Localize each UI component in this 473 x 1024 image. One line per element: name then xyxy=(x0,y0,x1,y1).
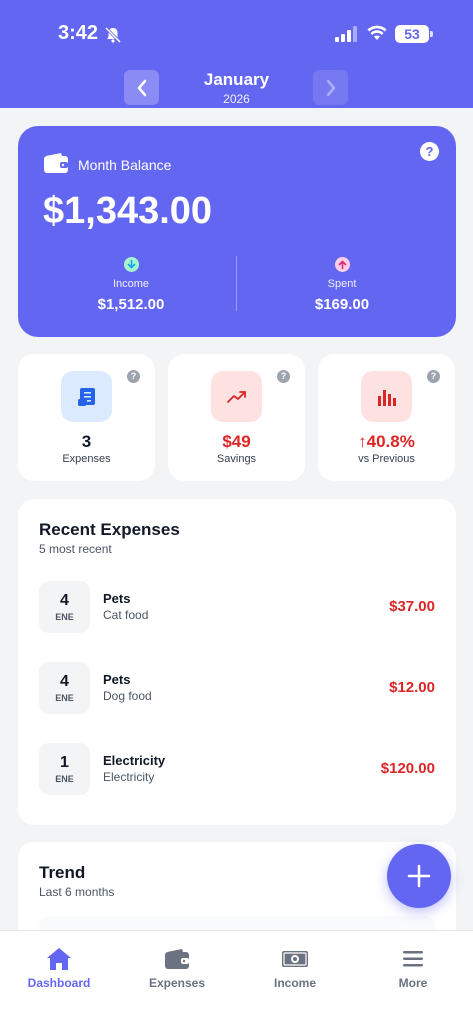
expense-category: Pets xyxy=(103,591,131,606)
trend-subtitle: Last 6 months xyxy=(39,885,115,899)
spent-label: Spent xyxy=(327,278,357,290)
month-balance-card: Month Balance ? $1,343.00 Income $1,512.… xyxy=(18,126,456,337)
chevron-right-icon xyxy=(326,79,335,96)
income-label: Income xyxy=(112,278,150,290)
tab-dashboard[interactable]: Dashboard xyxy=(0,946,118,990)
tab-expenses[interactable]: Expenses xyxy=(118,946,236,990)
expense-category: Pets xyxy=(103,672,131,687)
savings-value: $49 xyxy=(222,432,251,451)
next-month-button[interactable] xyxy=(313,70,348,105)
spent-summary: Spent $169.00 xyxy=(262,257,422,313)
bar-chart-icon xyxy=(361,371,412,422)
expense-month: ENE xyxy=(55,612,74,622)
bottom-tab-bar: Dashboard Expenses Income More xyxy=(0,930,473,1024)
recent-expenses-card: Recent Expenses 5 most recent 4 ENE Pets… xyxy=(18,499,456,825)
vs-previous-help-icon[interactable]: ? xyxy=(427,370,440,383)
expenses-count-label: Expenses xyxy=(62,453,111,465)
vs-previous-value: ↑40.8% xyxy=(358,432,415,451)
expense-month: ENE xyxy=(55,774,74,784)
menu-icon xyxy=(354,946,472,972)
expense-date: 4 ENE xyxy=(39,581,90,633)
tab-more-label: More xyxy=(398,976,428,990)
cellular-signal-icon xyxy=(335,26,357,42)
battery-indicator: 53 xyxy=(395,25,433,43)
income-value: $1,512.00 xyxy=(97,296,165,313)
expense-category: Electricity xyxy=(103,753,166,768)
add-expense-button[interactable] xyxy=(387,844,451,908)
spent-value: $169.00 xyxy=(314,296,370,313)
income-summary: Income $1,512.00 xyxy=(51,257,211,313)
current-year: 2026 xyxy=(223,92,250,106)
wifi-icon xyxy=(367,25,387,40)
expense-row[interactable]: 1 ENE Electricity Electricity $120.00 xyxy=(39,743,435,795)
balance-label: Month Balance xyxy=(78,157,172,173)
app-header: 3:42 53 January 2026 xyxy=(0,0,473,108)
expenses-help-icon[interactable]: ? xyxy=(127,370,140,383)
arrow-down-icon xyxy=(123,257,139,272)
arrow-up-icon xyxy=(334,257,350,272)
tab-income[interactable]: Income xyxy=(236,946,354,990)
trend-title: Trend xyxy=(39,863,86,882)
expense-amount: $120.00 xyxy=(380,760,435,777)
status-time: 3:42 xyxy=(58,22,99,44)
savings-help-icon[interactable]: ? xyxy=(277,370,290,383)
expense-day: 4 xyxy=(60,592,69,609)
tab-more[interactable]: More xyxy=(354,946,472,990)
expenses-count: 3 xyxy=(81,432,92,451)
expense-month: ENE xyxy=(55,693,74,703)
expense-description: Dog food xyxy=(103,689,152,703)
receipt-icon xyxy=(61,371,112,422)
savings-label: Savings xyxy=(216,453,257,465)
expenses-count-card[interactable]: ? 3 Expenses xyxy=(18,354,155,481)
recent-expenses-subtitle: 5 most recent xyxy=(39,542,112,556)
divider xyxy=(236,256,237,311)
tab-dashboard-label: Dashboard xyxy=(27,976,91,990)
wallet-icon xyxy=(44,153,68,173)
bell-off-icon xyxy=(104,26,122,44)
current-month: January xyxy=(203,70,270,89)
trending-up-icon xyxy=(211,371,262,422)
wallet-icon xyxy=(118,946,236,972)
savings-card[interactable]: ? $49 Savings xyxy=(168,354,305,481)
expense-description: Electricity xyxy=(103,770,155,784)
cash-icon xyxy=(236,946,354,972)
expense-day: 1 xyxy=(60,754,69,771)
home-icon xyxy=(0,946,118,972)
vs-previous-card[interactable]: ? ↑40.8% vs Previous xyxy=(318,354,455,481)
tab-expenses-label: Expenses xyxy=(148,976,206,990)
expense-amount: $12.00 xyxy=(389,679,435,696)
balance-amount: $1,343.00 xyxy=(43,190,213,232)
expense-date: 1 ENE xyxy=(39,743,90,795)
expense-row[interactable]: 4 ENE Pets Cat food $37.00 xyxy=(39,581,435,633)
recent-expenses-title: Recent Expenses xyxy=(39,520,180,539)
plus-icon xyxy=(407,864,431,888)
expense-day: 4 xyxy=(60,673,69,690)
vs-previous-label: vs Previous xyxy=(358,453,415,465)
expense-date: 4 ENE xyxy=(39,662,90,714)
balance-help-icon[interactable]: ? xyxy=(420,142,439,161)
expense-row[interactable]: 4 ENE Pets Dog food $12.00 xyxy=(39,662,435,714)
expense-amount: $37.00 xyxy=(389,598,435,615)
tab-income-label: Income xyxy=(273,976,316,990)
expense-description: Cat food xyxy=(103,608,149,622)
